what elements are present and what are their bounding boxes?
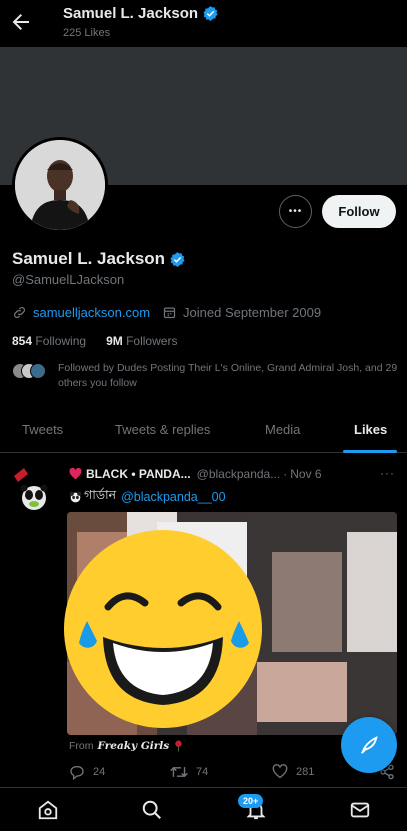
- follow-button[interactable]: Follow: [322, 195, 396, 228]
- red-rose-icon: [175, 740, 182, 752]
- reply-icon: [70, 766, 84, 780]
- compose-tweet-button[interactable]: [341, 717, 397, 773]
- calendar-icon: [163, 307, 176, 319]
- tab-tweets[interactable]: Tweets: [22, 422, 63, 437]
- avatar-photo: [15, 140, 105, 230]
- retweet-count: 74: [196, 766, 209, 778]
- following-link[interactable]: 854 Following: [12, 334, 86, 348]
- separator-dot: ·: [283, 467, 288, 481]
- tab-tweets-replies[interactable]: Tweets & replies: [115, 422, 210, 437]
- joined-date: Joined September 2009: [183, 305, 322, 320]
- bottom-navigation: 20+: [0, 787, 407, 831]
- search-icon[interactable]: [141, 799, 163, 821]
- retweet-icon: [170, 766, 188, 778]
- following-label: Following: [35, 334, 87, 348]
- reply-button[interactable]: 24: [69, 764, 105, 780]
- source-prefix: From: [69, 740, 94, 752]
- profile-handle: @SamuelLJackson: [12, 272, 125, 287]
- followers-label: Followers: [126, 334, 178, 348]
- back-arrow-icon[interactable]: [9, 10, 33, 34]
- header-title-text: Samuel L. Jackson: [63, 5, 199, 22]
- notification-count-badge: 20+: [238, 794, 264, 808]
- followed-by-text: Followed by Dudes Posting Their L's Onli…: [58, 362, 398, 389]
- verified-badge-icon: [170, 251, 185, 267]
- heart-outline-icon: [272, 764, 288, 779]
- active-tab-indicator: [343, 450, 397, 453]
- post-author-avatar[interactable]: [12, 464, 52, 512]
- header-likes-count: 225 Likes: [63, 27, 111, 39]
- follow-counts: 854 Following 9M Followers: [12, 334, 177, 348]
- like-button[interactable]: 281: [272, 764, 314, 779]
- post-actions: 24 74 281: [0, 764, 407, 784]
- link-icon: [14, 307, 25, 318]
- laughing-tears-emoji-icon: [64, 530, 262, 728]
- followers-link[interactable]: 9M Followers: [106, 334, 177, 348]
- reply-count: 24: [93, 766, 106, 778]
- website-link[interactable]: samuelljackson.com: [33, 305, 150, 320]
- post-mention[interactable]: @blackpanda__00: [121, 490, 225, 504]
- post-source: From Freaky Girls: [69, 740, 184, 752]
- messages-envelope-icon[interactable]: [349, 799, 371, 821]
- post-reply-line: গার্ডান @blackpanda__00: [69, 487, 226, 507]
- following-count: 854: [12, 334, 33, 348]
- more-options-label: •••: [288, 206, 303, 217]
- feather-compose-icon: [360, 736, 378, 754]
- follower-avatar: [30, 363, 46, 379]
- profile-avatar[interactable]: [12, 137, 108, 233]
- profile-name-text: Samuel L. Jackson: [12, 249, 166, 268]
- source-name[interactable]: Freaky Girls: [98, 740, 170, 752]
- more-options-button[interactable]: •••: [279, 195, 312, 228]
- top-bar: Samuel L. Jackson 225 Likes: [0, 0, 407, 47]
- panda-emoji-icon: [69, 491, 82, 503]
- red-heart-icon: [69, 468, 82, 480]
- post-header: BLACK • PANDA... @blackpanda... · Nov 6: [69, 467, 322, 481]
- post-author-name[interactable]: BLACK • PANDA...: [86, 467, 191, 481]
- tab-media[interactable]: Media: [265, 422, 300, 437]
- profile-tabs: Tweets Tweets & replies Media Likes: [0, 409, 407, 453]
- header-title: Samuel L. Jackson: [63, 5, 219, 22]
- profile-name: Samuel L. Jackson: [12, 249, 186, 269]
- tab-likes[interactable]: Likes: [354, 422, 387, 437]
- post-more-button[interactable]: ···: [380, 466, 395, 480]
- profile-meta: samuelljackson.com Joined September 2009: [12, 305, 321, 320]
- post-author-handle: @blackpanda...: [196, 467, 281, 481]
- followers-count: 9M: [106, 334, 123, 348]
- post-date: Nov 6: [290, 467, 322, 481]
- post-sub-name: গার্ডান: [84, 488, 117, 502]
- like-count: 281: [296, 765, 315, 778]
- home-icon[interactable]: [37, 799, 59, 821]
- verified-badge-icon: [203, 6, 218, 21]
- retweet-button[interactable]: 74: [170, 764, 208, 780]
